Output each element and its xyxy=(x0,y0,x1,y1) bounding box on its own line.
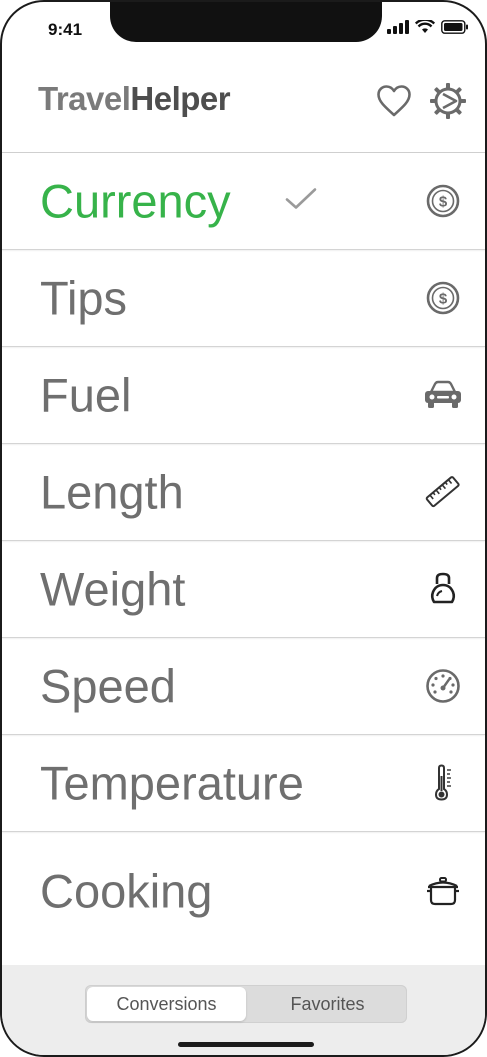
settings-button[interactable] xyxy=(429,82,467,125)
category-row-fuel[interactable]: Fuel xyxy=(2,347,485,444)
category-label: Currency xyxy=(40,174,231,228)
category-label: Weight xyxy=(40,562,186,616)
checkmark-icon xyxy=(285,187,317,216)
category-label: Temperature xyxy=(40,756,304,810)
gear-icon xyxy=(430,83,466,119)
battery-icon xyxy=(441,20,468,34)
home-indicator[interactable] xyxy=(178,1042,314,1047)
status-time: 9:41 xyxy=(48,20,83,39)
dollar-circle-icon: $ xyxy=(423,181,463,221)
svg-text:$: $ xyxy=(439,194,448,211)
view-segmented-control: Conversions Favorites xyxy=(85,985,407,1023)
wifi-icon xyxy=(415,20,435,33)
car-icon xyxy=(423,375,463,415)
category-label: Fuel xyxy=(40,368,132,422)
app-title: TravelHelper xyxy=(38,80,231,118)
category-row-weight[interactable]: Weight xyxy=(2,541,485,638)
app-header: TravelHelper xyxy=(2,44,485,153)
speedometer-icon xyxy=(423,666,463,706)
phone-frame: 9:41 TravelHelper Currency $ Tips $ Fuel… xyxy=(0,0,487,1057)
category-row-tips[interactable]: Tips $ xyxy=(2,250,485,347)
tab-favorites[interactable]: Favorites xyxy=(248,985,407,1023)
category-row-length[interactable]: Length xyxy=(2,444,485,541)
app-title-helper: Helper xyxy=(130,80,231,117)
category-label: Cooking xyxy=(40,864,213,918)
signal-icon xyxy=(387,20,409,34)
bottom-tab-bar: Conversions Favorites xyxy=(2,965,485,1055)
category-label: Tips xyxy=(40,271,128,325)
app-title-travel: Travel xyxy=(38,80,131,117)
heart-icon xyxy=(377,85,411,117)
thermometer-icon xyxy=(423,763,463,803)
category-row-cooking[interactable]: Cooking xyxy=(2,832,485,950)
ruler-icon xyxy=(423,472,463,512)
kettlebell-icon xyxy=(423,569,463,609)
favorites-button[interactable] xyxy=(376,84,412,123)
tab-conversions[interactable]: Conversions xyxy=(87,987,246,1021)
dollar-circle-icon: $ xyxy=(423,278,463,318)
svg-text:$: $ xyxy=(439,291,448,308)
category-label: Speed xyxy=(40,659,176,713)
category-label: Length xyxy=(40,465,184,519)
category-row-temperature[interactable]: Temperature xyxy=(2,735,485,832)
category-row-currency[interactable]: Currency $ xyxy=(2,153,485,250)
device-notch xyxy=(110,2,382,42)
status-icons xyxy=(387,20,469,34)
category-row-speed[interactable]: Speed xyxy=(2,638,485,735)
conversion-category-list: Currency $ Tips $ Fuel Length Weight Spe… xyxy=(2,153,485,950)
pot-icon xyxy=(423,871,463,911)
